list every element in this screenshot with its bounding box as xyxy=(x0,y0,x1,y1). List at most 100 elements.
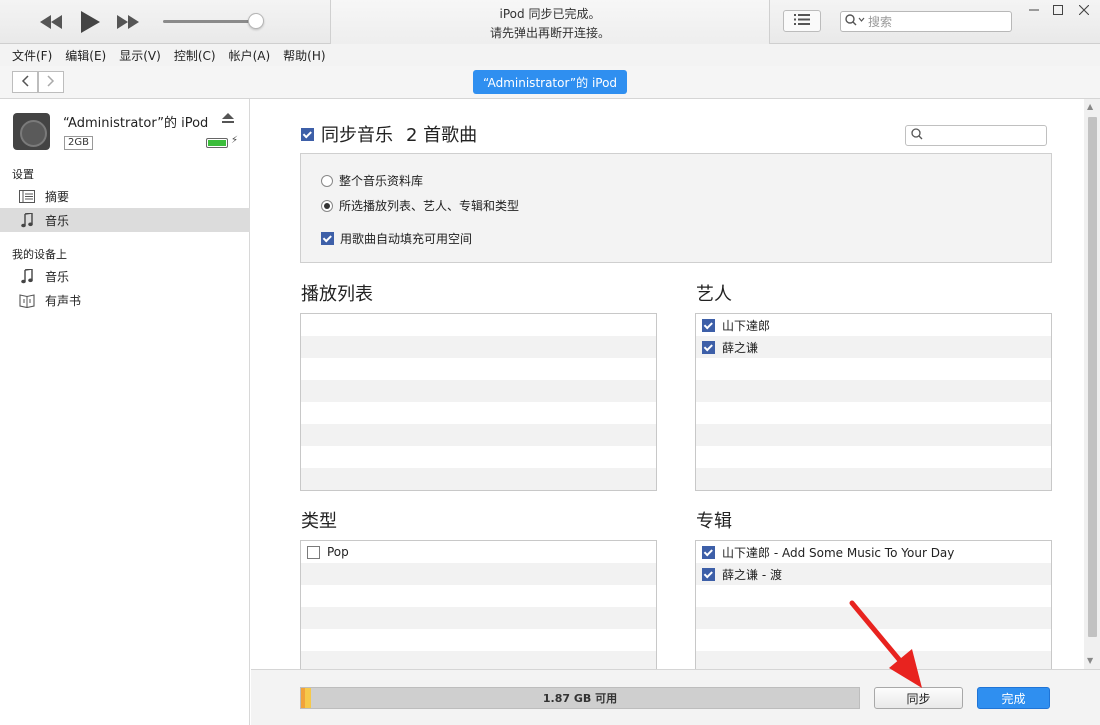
capacity-segment-other xyxy=(305,688,311,708)
bottom-bar: 1.87 GB 可用 同步 完成 xyxy=(251,669,1100,725)
status-line-2: 请先弹出再断开连接。 xyxy=(489,26,610,40)
sync-music-checkbox[interactable] xyxy=(301,127,314,141)
forward-button[interactable] xyxy=(38,71,64,93)
summary-icon xyxy=(18,188,36,204)
sidebar-item-device-music[interactable]: 音乐 xyxy=(0,264,250,288)
capacity-badge: 2GB xyxy=(64,136,93,150)
status-line-1: iPod 同步已完成。 xyxy=(499,7,601,21)
album-checkbox[interactable] xyxy=(702,567,715,581)
sync-button[interactable]: 同步 xyxy=(874,687,963,709)
albums-title: 专辑 xyxy=(696,511,732,532)
list-icon xyxy=(794,14,810,28)
genres-title: 类型 xyxy=(301,511,337,532)
artist-name: 山下達郎 xyxy=(722,318,771,333)
list-item[interactable]: 薛之谦 xyxy=(696,336,1051,358)
play-icon[interactable] xyxy=(78,9,102,35)
back-button[interactable] xyxy=(12,71,38,93)
artist-checkbox[interactable] xyxy=(702,340,715,354)
artists-title: 艺人 xyxy=(696,284,732,305)
option-label: 整个音乐资料库 xyxy=(339,174,424,188)
scrollbar-thumb[interactable] xyxy=(1088,117,1097,637)
list-item[interactable]: 山下達郎 xyxy=(696,314,1051,336)
list-item[interactable]: 山下達郎 - Add Some Music To Your Day xyxy=(696,541,1051,563)
minimize-icon[interactable] xyxy=(1022,2,1046,18)
settings-header: 设置 xyxy=(12,168,34,181)
sidebar: “Administrator”的 iPod 2GB ⚡ 设置 摘要 音乐 我的设… xyxy=(0,99,250,725)
capacity-bar: 1.87 GB 可用 xyxy=(300,687,860,709)
playlists-title: 播放列表 xyxy=(301,284,373,305)
menu-file[interactable]: 文件(F) xyxy=(12,47,52,64)
audiobook-icon xyxy=(18,292,36,308)
artists-list[interactable]: 山下達郎 薛之谦 xyxy=(695,313,1052,491)
menu-help[interactable]: 帮助(H) xyxy=(283,47,325,64)
menu-view[interactable]: 显示(V) xyxy=(119,47,161,64)
autofill-checkbox[interactable] xyxy=(321,232,334,245)
filter-search-input[interactable] xyxy=(927,128,1037,143)
device-name: “Administrator”的 iPod xyxy=(63,116,209,131)
sync-music-header: 同步音乐 2 首歌曲 xyxy=(301,121,477,147)
option-autofill[interactable]: 用歌曲自动填充可用空间 xyxy=(321,230,472,247)
maximize-icon[interactable] xyxy=(1046,2,1070,18)
genres-list[interactable]: Pop xyxy=(300,540,657,669)
sync-options-box: 整个音乐资料库 所选播放列表、艺人、专辑和类型 用歌曲自动填充可用空间 xyxy=(300,153,1052,263)
vertical-scrollbar[interactable]: ▲ ▼ xyxy=(1084,99,1100,669)
album-checkbox[interactable] xyxy=(702,545,715,559)
genre-checkbox[interactable] xyxy=(307,545,320,559)
option-entire-library[interactable]: 整个音乐资料库 xyxy=(321,172,423,189)
option-label: 用歌曲自动填充可用空间 xyxy=(340,232,473,246)
rewind-icon[interactable] xyxy=(38,9,64,35)
sync-music-label: 同步音乐 xyxy=(321,125,393,146)
album-name: 薛之谦 - 渡 xyxy=(722,567,782,582)
album-name: 山下達郎 - Add Some Music To Your Day xyxy=(722,545,955,560)
artist-name: 薛之谦 xyxy=(722,340,759,355)
music-settings-panel: 同步音乐 2 首歌曲 整个音乐资料库 所选播放列表、艺人、专辑和类型 用歌曲自动… xyxy=(251,99,1084,669)
menu-edit[interactable]: 编辑(E) xyxy=(65,47,106,64)
search-input[interactable] xyxy=(868,14,998,29)
device-button[interactable]: “Administrator”的 iPod xyxy=(473,70,627,94)
eject-icon[interactable] xyxy=(222,113,234,127)
ipod-icon xyxy=(13,113,50,150)
genre-name: Pop xyxy=(327,545,349,559)
option-selected-items[interactable]: 所选播放列表、艺人、专辑和类型 xyxy=(321,197,519,214)
battery-icon xyxy=(206,138,228,148)
done-button[interactable]: 完成 xyxy=(977,687,1050,709)
menu-bar: 文件(F) 编辑(E) 显示(V) 控制(C) 帐户(A) 帮助(H) xyxy=(0,44,1100,66)
radio-entire-library[interactable] xyxy=(321,174,333,187)
search-icon xyxy=(845,14,865,29)
list-item[interactable]: Pop xyxy=(301,541,656,563)
fast-forward-icon[interactable] xyxy=(115,9,141,35)
sidebar-item-label: 摘要 xyxy=(45,189,70,204)
music-note-icon xyxy=(18,268,36,284)
filter-search-field[interactable] xyxy=(905,125,1047,146)
list-item[interactable]: 薛之谦 - 渡 xyxy=(696,563,1051,585)
scroll-up-icon[interactable]: ▲ xyxy=(1087,102,1093,111)
search-field[interactable] xyxy=(840,11,1012,32)
sidebar-item-summary[interactable]: 摘要 xyxy=(0,184,250,208)
player-bar: iPod 同步已完成。 请先弹出再断开连接。 xyxy=(0,0,1100,44)
option-label: 所选播放列表、艺人、专辑和类型 xyxy=(339,199,520,213)
capacity-text: 1.87 GB 可用 xyxy=(542,692,618,705)
sidebar-item-label: 音乐 xyxy=(45,213,70,228)
menu-account[interactable]: 帐户(A) xyxy=(229,47,271,64)
artist-checkbox[interactable] xyxy=(702,318,715,332)
music-note-icon xyxy=(18,212,36,228)
volume-knob[interactable] xyxy=(248,13,264,29)
radio-selected-items[interactable] xyxy=(321,199,333,212)
up-next-button[interactable] xyxy=(783,10,821,32)
sidebar-item-audiobooks[interactable]: 有声书 xyxy=(0,288,250,312)
menu-controls[interactable]: 控制(C) xyxy=(174,47,216,64)
search-icon xyxy=(911,128,923,143)
chevron-right-icon xyxy=(47,74,55,90)
playlists-list[interactable] xyxy=(300,313,657,491)
charging-icon: ⚡ xyxy=(231,135,239,146)
on-device-header: 我的设备上 xyxy=(12,248,67,261)
volume-slider[interactable] xyxy=(163,20,258,23)
chevron-left-icon xyxy=(21,74,29,90)
sidebar-item-label: 音乐 xyxy=(45,269,70,284)
albums-list[interactable]: 山下達郎 - Add Some Music To Your Day 薛之谦 - … xyxy=(695,540,1052,669)
sidebar-item-music[interactable]: 音乐 xyxy=(0,208,250,232)
sidebar-item-label: 有声书 xyxy=(45,293,82,308)
close-icon[interactable] xyxy=(1072,2,1096,18)
scroll-down-icon[interactable]: ▼ xyxy=(1087,656,1093,665)
status-display: iPod 同步已完成。 请先弹出再断开连接。 xyxy=(330,0,770,44)
